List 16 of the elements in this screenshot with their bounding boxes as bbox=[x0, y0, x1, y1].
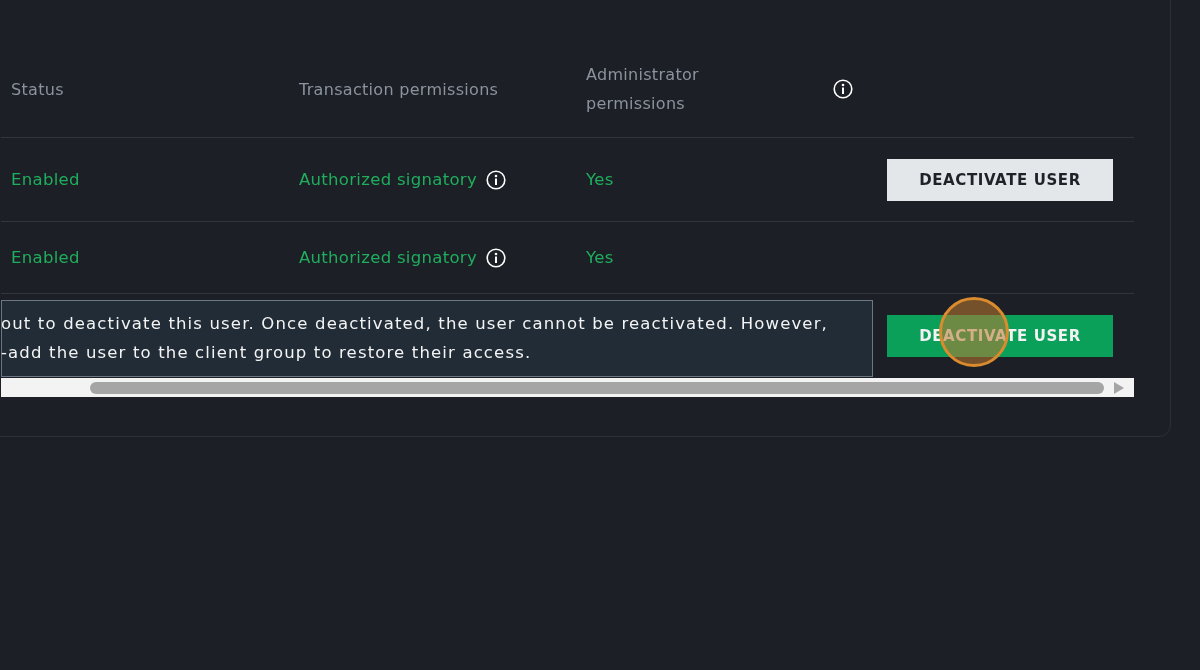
permission-cell: Authorized signatory bbox=[299, 248, 477, 267]
status-cell-text: Enabled bbox=[11, 170, 81, 189]
column-header: Administrator permissions bbox=[586, 64, 700, 115]
column-header: Transaction permissions bbox=[299, 79, 500, 99]
tooltip-text: -add the user to the client group to restore their access. bbox=[1, 341, 533, 364]
status-cell-text: Enabled bbox=[11, 248, 81, 267]
info-icon[interactable] bbox=[833, 79, 853, 99]
admin-cell-text: Yes bbox=[586, 170, 615, 189]
info-icon[interactable] bbox=[486, 247, 506, 268]
tooltip-text: out to deactivate this user. Once deactivated, the user cannot be reactivated. However, bbox=[1, 313, 829, 335]
permission-cell: Authorized signatory bbox=[299, 170, 477, 189]
deactivate-user-button[interactable]: DEACTIVATE USER bbox=[887, 158, 1113, 201]
admin-cell-text: Yes bbox=[586, 248, 615, 267]
column-header: Status bbox=[11, 79, 65, 99]
horizontal-scrollbar[interactable] bbox=[1, 378, 1134, 397]
info-icon[interactable] bbox=[486, 169, 506, 190]
